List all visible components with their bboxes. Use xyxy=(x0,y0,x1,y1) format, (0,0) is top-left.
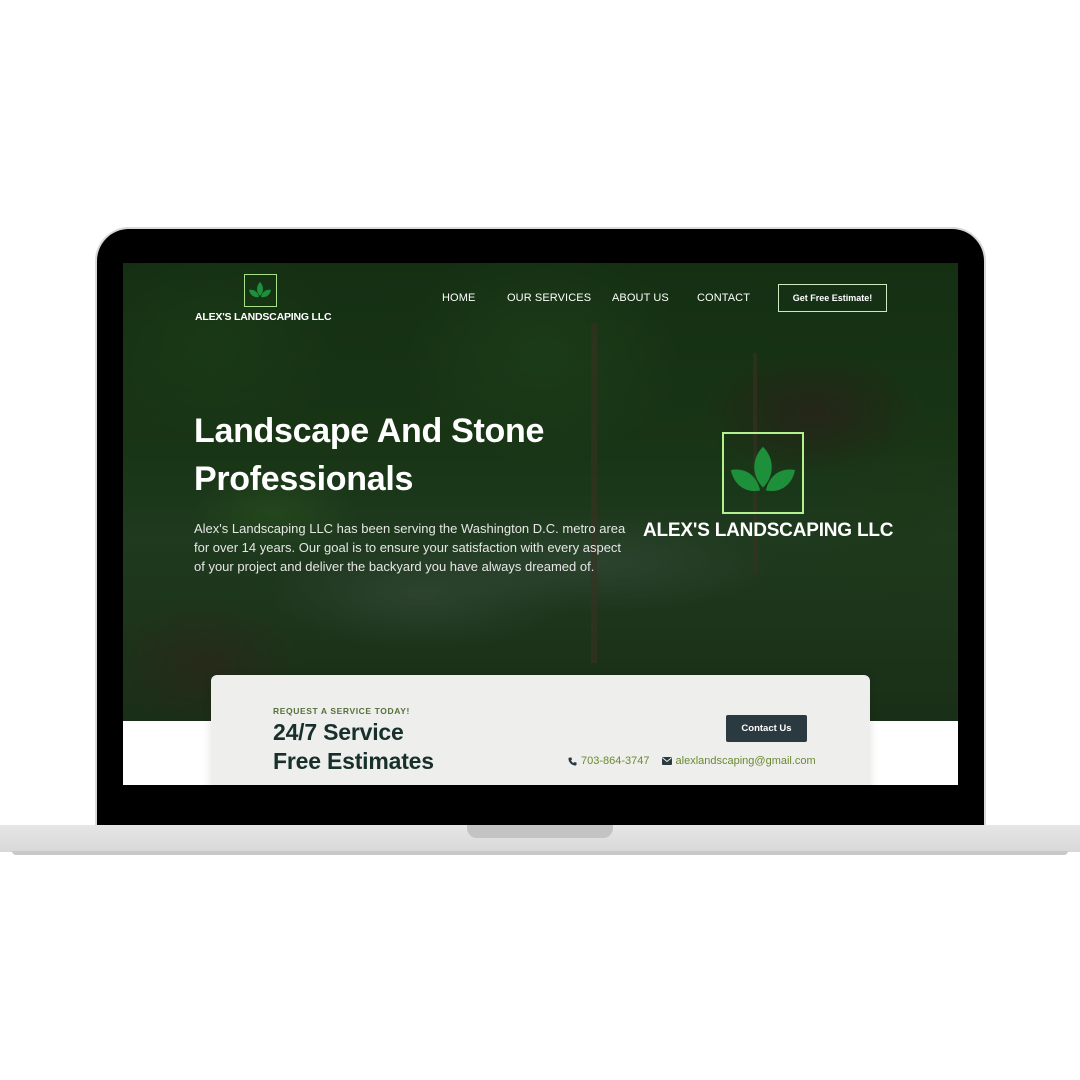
phone-icon xyxy=(568,756,577,766)
hero-logo: ALEX'S LANDSCAPING LLC xyxy=(643,432,894,542)
contact-info: 703-864-3747 alexlandscaping@gmail.com xyxy=(568,755,816,767)
card-title: 24/7 Service Free Estimates xyxy=(273,718,434,776)
get-free-estimate-button[interactable]: Get Free Estimate! xyxy=(778,284,887,312)
nav-about-us[interactable]: ABOUT US xyxy=(612,292,669,304)
service-request-card: REQUEST A SERVICE TODAY! 24/7 Service Fr… xyxy=(211,675,870,785)
laptop-screen: ALEX'S LANDSCAPING LLC HOME OUR SERVICES… xyxy=(123,263,958,785)
card-kicker: REQUEST A SERVICE TODAY! xyxy=(273,706,410,716)
laptop-notch xyxy=(467,825,613,838)
leaf-logo-icon xyxy=(722,432,804,514)
brand-logo[interactable]: ALEX'S LANDSCAPING LLC xyxy=(195,274,332,323)
contact-us-button[interactable]: Contact Us xyxy=(726,715,807,742)
nav-home[interactable]: HOME xyxy=(442,292,475,304)
hero-title: Landscape And Stone Professionals xyxy=(194,412,545,498)
brand-name: ALEX'S LANDSCAPING LLC xyxy=(195,311,332,323)
envelope-icon xyxy=(661,757,672,765)
hero-section: ALEX'S LANDSCAPING LLC HOME OUR SERVICES… xyxy=(123,263,958,721)
email-link[interactable]: alexlandscaping@gmail.com xyxy=(676,755,816,767)
hero-logo-name: ALEX'S LANDSCAPING LLC xyxy=(643,520,894,541)
phone-link[interactable]: 703-864-3747 xyxy=(581,755,650,767)
card-title-line2: Free Estimates xyxy=(273,748,434,774)
nav-contact[interactable]: CONTACT xyxy=(697,292,750,304)
laptop-base-edge xyxy=(12,851,1068,855)
leaf-logo-icon xyxy=(243,274,277,307)
hero-description: Alex's Landscaping LLC has been serving … xyxy=(194,521,626,574)
card-title-line1: 24/7 Service xyxy=(273,719,404,745)
nav-our-services[interactable]: OUR SERVICES xyxy=(507,292,591,304)
